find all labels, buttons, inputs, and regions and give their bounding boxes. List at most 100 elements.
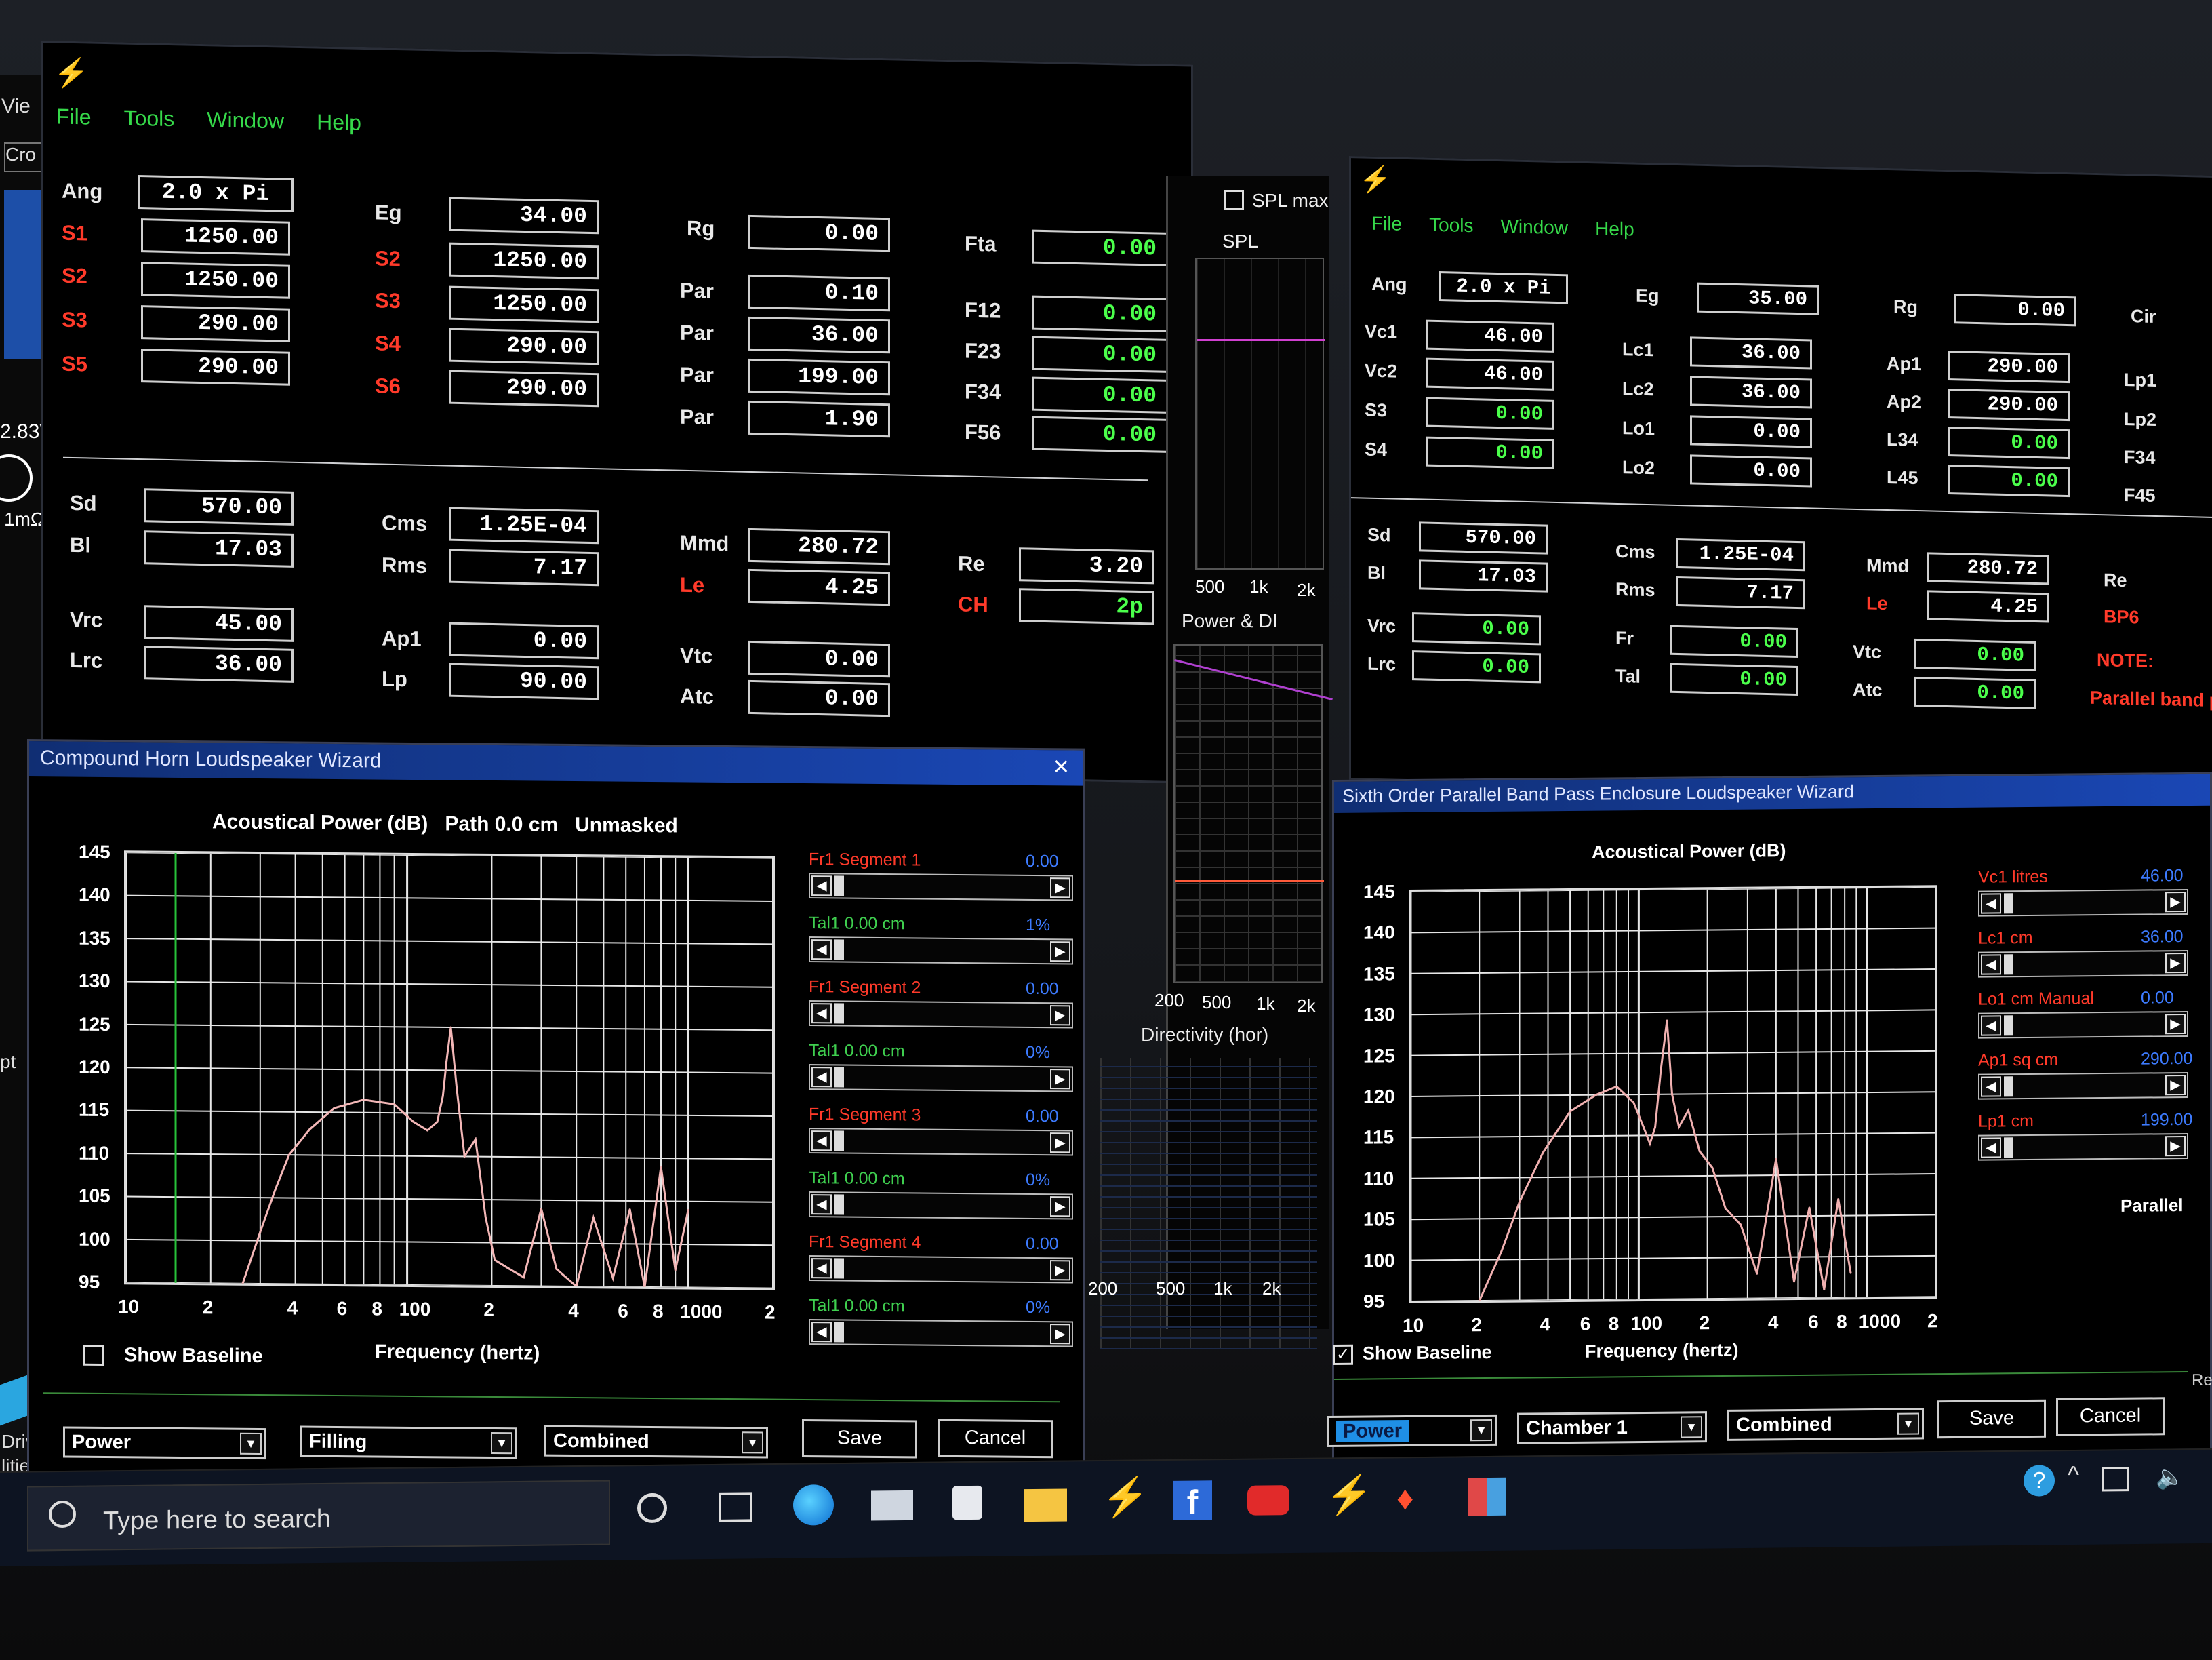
facebook-icon[interactable]: f [1173,1480,1212,1522]
volume-icon[interactable]: 🔈 [2156,1463,2184,1490]
r-ap-field-1[interactable]: 290.00 [1948,389,2070,422]
app-grid-icon[interactable] [1468,1477,1506,1516]
le-field[interactable]: 4.25 [748,568,890,606]
slider-thumb[interactable] [2004,1015,2013,1036]
slider-thumb[interactable] [834,1130,844,1151]
slider-thumb[interactable] [834,1003,844,1024]
chevron-right-icon[interactable]: ▶ [1050,941,1070,962]
r-vtc-field[interactable]: 0.00 [1914,638,2036,671]
slider-scrollbar[interactable]: ◀ ▶ [809,1128,1073,1156]
slider-scrollbar[interactable]: ◀ ▶ [809,1000,1073,1029]
slider-thumb[interactable] [834,1258,844,1279]
chevron-left-icon[interactable]: ◀ [811,1067,832,1088]
r-lrc-field[interactable]: 0.00 [1412,650,1541,684]
right-menu-window[interactable]: Window [1501,216,1569,238]
menu-file[interactable]: File [56,104,92,129]
compound-close-button[interactable]: × [1053,751,1069,782]
chevron-right-icon[interactable]: ▶ [1050,1005,1070,1026]
chevron-left-icon[interactable]: ◀ [811,1258,832,1279]
edge-browser-icon[interactable] [793,1484,834,1526]
s-left-field-0[interactable]: 1250.00 [141,218,290,256]
r-left-field-3[interactable]: 0.00 [1426,436,1554,469]
slider-thumb[interactable] [834,939,844,960]
r-rg-field[interactable]: 0.00 [1954,294,2076,327]
r-left-field-0[interactable]: 46.00 [1426,319,1554,353]
slider-thumb[interactable] [2004,893,2013,914]
compound-save-button[interactable]: Save [802,1419,917,1459]
sixth-save-button[interactable]: Save [1937,1399,2046,1439]
s-left-field-2[interactable]: 290.00 [141,305,290,342]
sixth-cancel-button[interactable]: Cancel [2056,1397,2165,1436]
chevron-left-icon[interactable]: ◀ [811,1194,832,1215]
hornresp-lightning-icon[interactable]: ⚡ [1102,1474,1149,1520]
slider-scrollbar[interactable]: ◀ ▶ [809,1064,1073,1092]
r-eg-field[interactable]: 35.00 [1697,282,1819,315]
right-menu-help[interactable]: Help [1595,218,1634,239]
slider-scrollbar[interactable]: ◀ ▶ [1978,888,2188,917]
s-mid-field-1[interactable]: 1250.00 [449,285,599,323]
r-cms-field[interactable]: 1.25E-04 [1676,538,1805,572]
slider-thumb[interactable] [834,875,844,896]
slider-scrollbar[interactable]: ◀ ▶ [1978,1010,2188,1039]
f-field-3[interactable]: 0.00 [1032,416,1168,453]
task-view-icon[interactable] [719,1492,752,1522]
sixth-show-baseline-checkbox[interactable]: ✓ [1333,1344,1353,1365]
rms-field[interactable]: 7.17 [449,549,599,587]
r-left-field-2[interactable]: 0.00 [1426,397,1554,430]
spl-max-checkbox[interactable] [1224,190,1244,210]
lrc-field[interactable]: 36.00 [144,646,294,683]
chevron-right-icon[interactable]: ▶ [2165,892,2186,913]
chevron-right-icon[interactable]: ▶ [1050,877,1070,898]
youtube-icon[interactable] [1247,1485,1289,1516]
r-mid-field-2[interactable]: 0.00 [1690,415,1812,448]
slider-thumb[interactable] [2004,954,2013,975]
menu-help[interactable]: Help [317,110,361,135]
chevron-left-icon[interactable]: ◀ [811,1322,832,1343]
s-left-field-1[interactable]: 1250.00 [141,262,290,299]
sixth-combo-power[interactable]: Power ▼ [1327,1414,1497,1448]
lp-field[interactable]: 90.00 [449,663,599,700]
chevron-right-icon[interactable]: ▶ [2165,953,2186,974]
f-field-0[interactable]: 0.00 [1032,295,1168,332]
store-icon[interactable] [952,1485,982,1520]
s-mid-field-0[interactable]: 1250.00 [449,242,599,280]
chevron-right-icon[interactable]: ▶ [1050,1324,1070,1345]
compound-show-baseline-checkbox[interactable] [83,1345,104,1366]
r-ang-field[interactable]: 2.0 x Pi [1439,271,1568,304]
r-ap-field-3[interactable]: 0.00 [1948,465,2070,498]
slider-scrollbar[interactable]: ◀ ▶ [809,1255,1073,1284]
sixth-combo-chamber[interactable]: Chamber 1 ▼ [1517,1411,1707,1444]
par-field-3[interactable]: 1.90 [748,400,890,438]
atc-field[interactable]: 0.00 [748,679,890,717]
chevron-right-icon[interactable]: ▶ [2165,1075,2186,1096]
r-atc-field[interactable]: 0.00 [1914,676,2036,709]
chevron-right-icon[interactable]: ▶ [1050,1132,1070,1153]
compound-combo-filling[interactable]: Filling ▼ [300,1425,517,1459]
s-mid-field-3[interactable]: 290.00 [449,370,599,408]
ang-field[interactable]: 2.0 x Pi [138,174,294,212]
slider-scrollbar[interactable]: ◀ ▶ [1978,949,2188,978]
compound-combo-combined[interactable]: Combined ▼ [544,1425,768,1459]
slider-thumb[interactable] [834,1067,844,1088]
r-tal-field[interactable]: 0.00 [1670,663,1798,696]
slider-scrollbar[interactable]: ◀ ▶ [1978,1071,2188,1100]
vrc-field[interactable]: 45.00 [144,605,294,642]
menu-tools[interactable]: Tools [124,106,175,132]
slider-scrollbar[interactable]: ◀ ▶ [809,873,1073,901]
slider-scrollbar[interactable]: ◀ ▶ [809,1191,1073,1220]
chevron-left-icon[interactable]: ◀ [1981,893,2001,914]
r-fr-field[interactable]: 0.00 [1670,625,1798,658]
r-mid-field-0[interactable]: 36.00 [1690,336,1812,370]
chevron-right-icon[interactable]: ▶ [1050,1069,1070,1090]
chevron-left-icon[interactable]: ◀ [1981,1137,2001,1158]
file-explorer-icon[interactable] [1024,1488,1067,1522]
r-ap-field-0[interactable]: 290.00 [1948,351,2070,384]
chevron-left-icon[interactable]: ◀ [811,875,832,896]
mmd-field[interactable]: 280.72 [748,528,890,566]
r-mid-field-1[interactable]: 36.00 [1690,376,1812,409]
r-vrc-field[interactable]: 0.00 [1412,612,1541,646]
gem-icon[interactable]: ♦ [1396,1478,1414,1518]
chevron-left-icon[interactable]: ◀ [1981,1076,2001,1097]
slider-scrollbar[interactable]: ◀ ▶ [809,936,1073,965]
slider-scrollbar[interactable]: ◀ ▶ [809,1319,1073,1347]
